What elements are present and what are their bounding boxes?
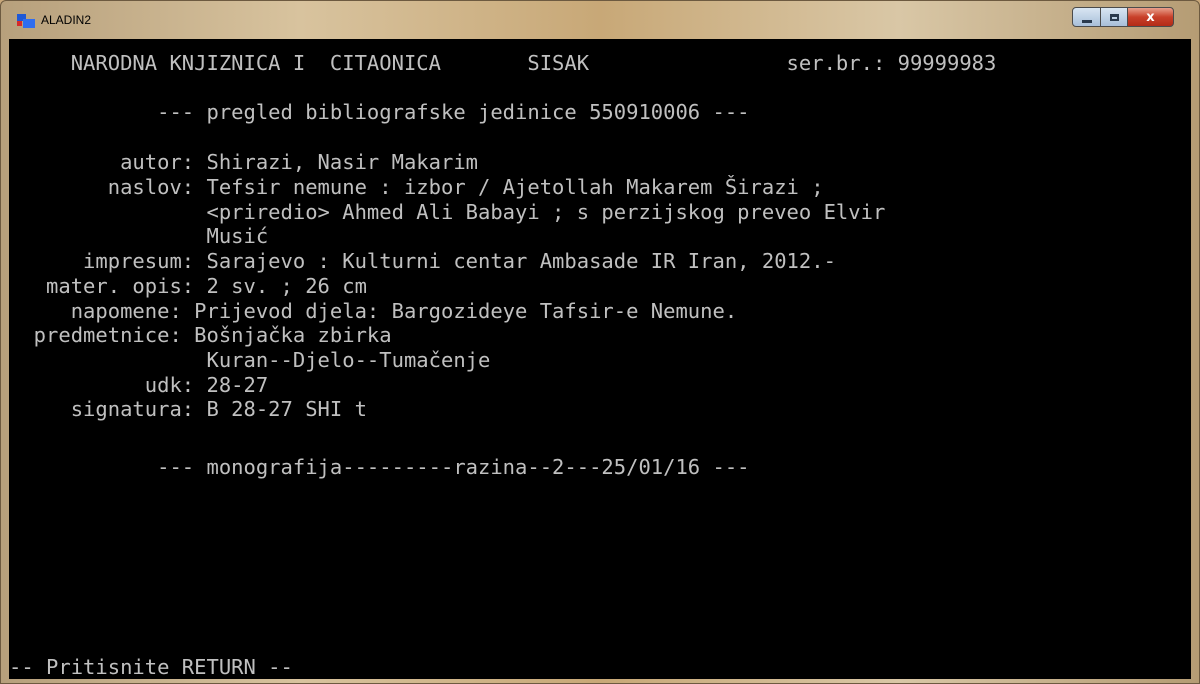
terminal-line-naslov-cont2: Musić <box>9 224 269 248</box>
terminal-header-line: NARODNA KNJIZNICA I CITAONICA SISAK ser.… <box>9 51 997 75</box>
terminal-line-napomene: napomene: Prijevod djela: Bargozideye Ta… <box>9 299 738 323</box>
title-bar[interactable]: ALADIN2 x <box>1 1 1199 39</box>
terminal-line-signatura: signatura: B 28-27 SHI t <box>9 397 367 421</box>
terminal-line-naslov: naslov: Tefsir nemune : izbor / Ajetolla… <box>9 175 824 199</box>
return-prompt[interactable]: -- Pritisnite RETURN -- <box>9 655 293 680</box>
aladin-app-icon <box>17 14 35 28</box>
terminal-record-heading: --- pregled bibliografske jedinice 55091… <box>9 100 750 124</box>
maximize-button[interactable] <box>1100 7 1128 27</box>
terminal-record-footer: --- monografija---------razina--2---25/0… <box>9 455 750 479</box>
minimize-icon <box>1081 19 1092 23</box>
terminal-screen[interactable]: NARODNA KNJIZNICA I CITAONICA SISAK ser.… <box>9 39 1191 679</box>
aladin2-window: ALADIN2 x NARODNA KNJIZNICA I CITAONICA … <box>0 0 1200 684</box>
terminal-line-impresum: impresum: Sarajevo : Kulturni centar Amb… <box>9 249 836 273</box>
terminal-line-predmetnice-cont: Kuran--Djelo--Tumačenje <box>9 348 491 372</box>
terminal-line-autor: autor: Shirazi, Nasir Makarim <box>9 150 478 174</box>
terminal-line-naslov-cont: <priredio> Ahmed Ali Babayi ; s perzijsk… <box>9 200 886 224</box>
terminal-line-mater-opis: mater. opis: 2 sv. ; 26 cm <box>9 274 367 298</box>
terminal-line-predmetnice: predmetnice: Bošnjačka zbirka <box>9 323 392 347</box>
close-icon: x <box>1146 9 1155 25</box>
close-button[interactable]: x <box>1127 7 1174 27</box>
window-title: ALADIN2 <box>41 13 92 27</box>
minimize-button[interactable] <box>1072 7 1101 27</box>
terminal-line-udk: udk: 28-27 <box>9 373 269 397</box>
maximize-icon <box>1109 13 1119 21</box>
